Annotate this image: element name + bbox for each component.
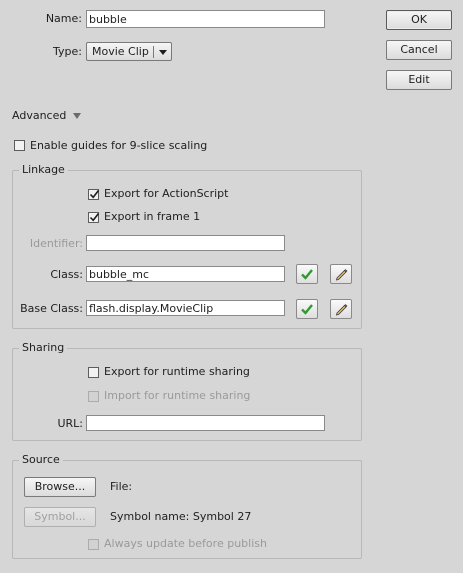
export-frame1-checkbox[interactable] [88,212,100,223]
export-frame1-label: Export in frame 1 [104,210,201,223]
checkmark-icon [301,304,313,315]
symbol-button[interactable]: Symbol... [24,507,96,527]
export-runtime-checkbox[interactable] [88,367,99,378]
chevron-down-icon [158,44,168,66]
type-dropdown[interactable]: Movie Clip [86,42,172,61]
type-dropdown-value: Movie Clip [92,45,149,58]
identifier-label: Identifier: [29,237,83,250]
file-label: File: [110,480,133,493]
symbol-name-label: Symbol name: Symbol 27 [110,510,252,523]
linkage-title: Linkage [19,163,68,177]
type-label: Type: [53,45,82,58]
checkmark-icon [89,190,100,199]
browse-button[interactable]: Browse... [24,477,96,497]
edit-class-button[interactable] [330,264,352,284]
validate-base-class-button[interactable] [296,299,318,319]
enable-guides-checkbox[interactable] [14,140,25,151]
sharing-title: Sharing [19,341,68,355]
checkmark-icon [301,269,313,280]
advanced-label: Advanced [12,109,67,122]
cancel-button[interactable]: Cancel [386,40,452,60]
import-runtime-checkbox[interactable] [88,391,99,402]
checkmark-icon [89,213,100,222]
name-input[interactable] [86,10,325,28]
import-runtime-label: Import for runtime sharing [104,389,251,402]
validate-class-button[interactable] [296,264,318,284]
always-update-checkbox[interactable] [88,539,99,550]
pencil-icon [335,304,348,316]
enable-guides-label: Enable guides for 9-slice scaling [30,139,208,152]
identifier-input[interactable] [86,235,285,251]
advanced-toggle[interactable]: Advanced [12,109,82,123]
triangle-down-icon [72,110,82,123]
base-class-input[interactable] [86,300,285,316]
ok-button[interactable]: OK [386,10,452,30]
url-input[interactable] [86,415,325,431]
source-title: Source [19,453,63,467]
export-actionscript-label: Export for ActionScript [104,187,229,200]
pencil-icon [335,269,348,281]
export-actionscript-checkbox[interactable] [88,189,100,200]
url-label: URL: [57,417,83,430]
class-label: Class: [50,268,83,281]
edit-button[interactable]: Edit [386,70,452,90]
name-label: Name: [45,12,82,25]
dropdown-divider [153,46,154,58]
export-runtime-label: Export for runtime sharing [104,365,250,378]
base-class-label: Base Class: [20,302,83,315]
always-update-label: Always update before publish [104,537,267,550]
class-input[interactable] [86,266,285,282]
edit-base-class-button[interactable] [330,299,352,319]
